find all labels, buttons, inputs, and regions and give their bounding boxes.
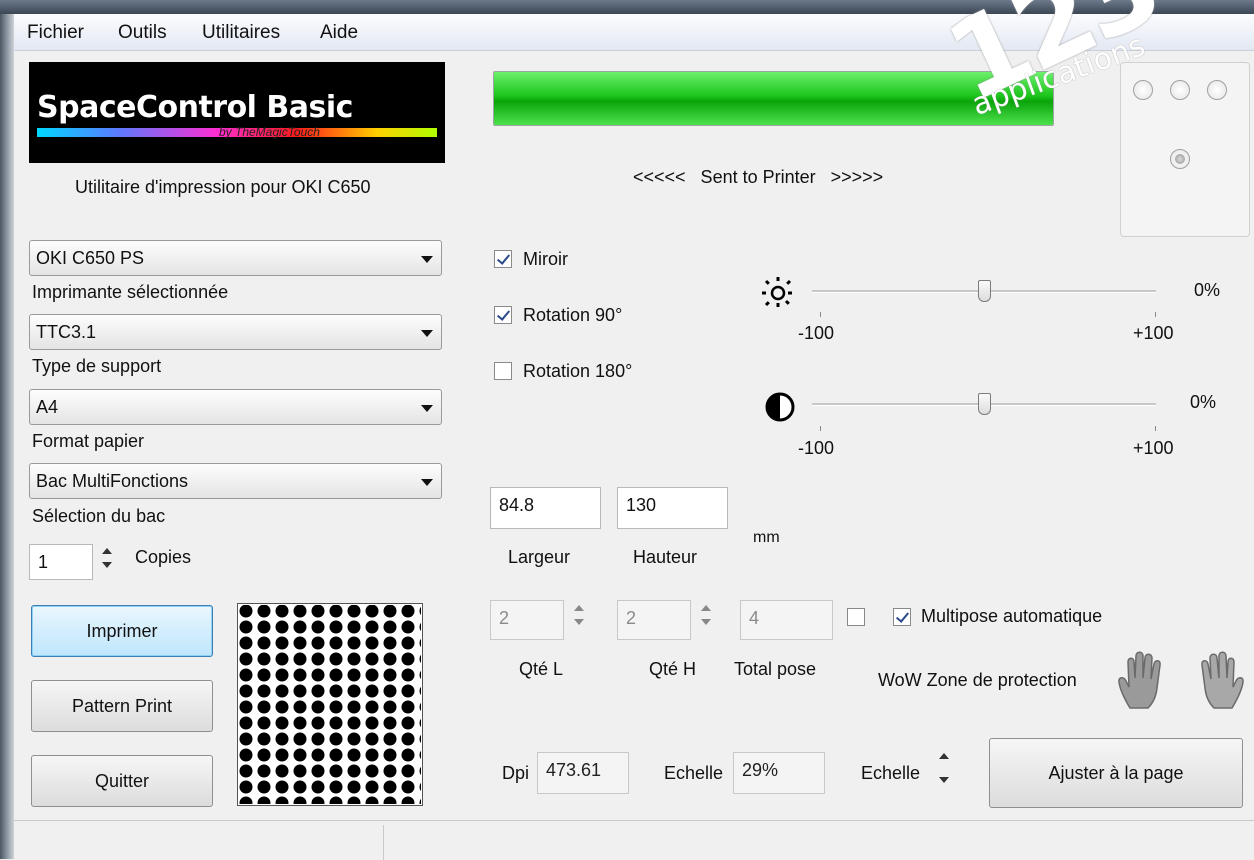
progress-status: <<<<< Sent to Printer >>>>> bbox=[633, 167, 884, 187]
scale-label-2: Echelle bbox=[861, 763, 921, 783]
tick-mark bbox=[1155, 426, 1156, 431]
contrast-value: 0% bbox=[1190, 392, 1217, 412]
chevron-up-icon[interactable] bbox=[574, 605, 584, 611]
contrast-max: +100 bbox=[1133, 438, 1174, 458]
tray-label: Sélection du bac bbox=[32, 506, 166, 526]
menu-fichier[interactable]: Fichier bbox=[27, 22, 84, 44]
media-select[interactable]: TTC3.1 bbox=[29, 314, 442, 350]
multipose-extra-checkbox[interactable] bbox=[847, 608, 865, 626]
wow-zone-label: WoW Zone de protection bbox=[878, 670, 1077, 690]
chevron-down-icon bbox=[421, 479, 433, 486]
logo-subtitle: by TheMagicTouch bbox=[219, 125, 320, 139]
copies-label: Copies bbox=[135, 547, 192, 567]
qty-l-stepper[interactable] bbox=[569, 599, 589, 639]
chevron-down-icon[interactable] bbox=[939, 777, 949, 783]
chevron-down-icon[interactable] bbox=[574, 619, 584, 625]
chevron-down-icon[interactable] bbox=[102, 562, 112, 568]
status-bar bbox=[14, 820, 1254, 860]
copies-input[interactable]: 1 bbox=[29, 544, 93, 580]
width-input[interactable]: 84.8 bbox=[490, 487, 601, 529]
window-frame-left bbox=[0, 14, 14, 859]
mirror-checkbox[interactable] bbox=[494, 250, 512, 268]
menu-outils[interactable]: Outils bbox=[118, 22, 167, 44]
position-radio-3[interactable] bbox=[1207, 80, 1227, 100]
total-pose-input: 4 bbox=[740, 600, 833, 640]
paper-select[interactable]: A4 bbox=[29, 389, 442, 425]
chevron-up-icon[interactable] bbox=[102, 548, 112, 554]
tray-select[interactable]: Bac MultiFonctions bbox=[29, 463, 442, 499]
brightness-slider-thumb[interactable] bbox=[978, 280, 991, 302]
media-label: Type de support bbox=[32, 356, 162, 376]
app-subtitle: Utilitaire d'impression pour OKI C650 bbox=[75, 177, 371, 197]
copies-stepper[interactable] bbox=[97, 542, 117, 582]
rotation180-label: Rotation 180° bbox=[523, 361, 633, 381]
media-select-value: TTC3.1 bbox=[36, 322, 97, 342]
chevron-up-icon[interactable] bbox=[939, 753, 949, 759]
contrast-icon bbox=[765, 392, 795, 422]
height-label: Hauteur bbox=[633, 547, 698, 567]
scale-stepper[interactable] bbox=[934, 747, 954, 797]
tick-mark bbox=[820, 312, 821, 317]
qty-l-input[interactable]: 2 bbox=[490, 600, 564, 640]
height-input[interactable]: 130 bbox=[617, 487, 728, 529]
tick-mark bbox=[1155, 312, 1156, 317]
width-label: Largeur bbox=[508, 547, 571, 567]
multipose-auto-checkbox[interactable] bbox=[893, 608, 911, 626]
position-radio-selected[interactable] bbox=[1170, 149, 1190, 169]
qty-h-stepper[interactable] bbox=[696, 599, 716, 639]
chevron-up-icon[interactable] bbox=[701, 605, 711, 611]
brightness-value: 0% bbox=[1194, 280, 1221, 300]
logo-title: SpaceControl Basic bbox=[37, 90, 353, 125]
app-logo: SpaceControl Basic by TheMagicTouch bbox=[29, 62, 445, 163]
pattern-print-button[interactable]: Pattern Print bbox=[31, 680, 213, 732]
multipose-auto-label: Multipose automatique bbox=[921, 606, 1103, 626]
paper-label: Format papier bbox=[32, 431, 145, 451]
qty-h-input[interactable]: 2 bbox=[617, 600, 691, 640]
paper-select-value: A4 bbox=[36, 397, 59, 417]
brightness-min: -100 bbox=[798, 323, 835, 343]
chevron-down-icon bbox=[421, 330, 433, 337]
rotation90-label: Rotation 90° bbox=[523, 305, 623, 325]
fit-to-page-button[interactable]: Ajuster à la page bbox=[989, 738, 1243, 808]
dpi-label: Dpi bbox=[502, 763, 530, 783]
tick-mark bbox=[820, 426, 821, 431]
printer-select[interactable]: OKI C650 PS bbox=[29, 240, 442, 276]
menu-aide[interactable]: Aide bbox=[320, 22, 358, 44]
contrast-slider-thumb[interactable] bbox=[978, 393, 991, 415]
orientation-panel bbox=[1120, 62, 1250, 237]
scale-label: Echelle bbox=[664, 763, 724, 783]
quit-button[interactable]: Quitter bbox=[31, 755, 213, 807]
dpi-value: 473.61 bbox=[537, 752, 629, 794]
brightness-max: +100 bbox=[1133, 323, 1174, 343]
scale-value: 29% bbox=[733, 752, 825, 794]
size-unit: mm bbox=[753, 529, 780, 546]
position-radio-2[interactable] bbox=[1170, 80, 1190, 100]
qty-l-label: Qté L bbox=[519, 659, 564, 679]
status-divider bbox=[383, 825, 384, 860]
hand-right-icon[interactable] bbox=[1190, 650, 1246, 710]
chevron-down-icon[interactable] bbox=[701, 619, 711, 625]
rotation180-checkbox[interactable] bbox=[494, 362, 512, 380]
print-button[interactable]: Imprimer bbox=[31, 605, 213, 657]
brightness-icon bbox=[762, 277, 794, 309]
printer-select-value: OKI C650 PS bbox=[36, 248, 145, 268]
chevron-down-icon bbox=[421, 405, 433, 412]
qty-h-label: Qté H bbox=[649, 659, 697, 679]
contrast-min: -100 bbox=[798, 438, 835, 458]
chevron-down-icon bbox=[421, 256, 433, 263]
printer-label: Imprimante sélectionnée bbox=[32, 282, 229, 302]
total-pose-label: Total pose bbox=[734, 659, 817, 679]
position-radio-1[interactable] bbox=[1133, 80, 1153, 100]
tray-select-value: Bac MultiFonctions bbox=[36, 471, 189, 491]
menu-utilitaires[interactable]: Utilitaires bbox=[202, 22, 280, 44]
mirror-label: Miroir bbox=[523, 249, 568, 269]
rotation90-checkbox[interactable] bbox=[494, 306, 512, 324]
hand-left-icon[interactable] bbox=[1116, 650, 1172, 710]
pattern-preview bbox=[237, 603, 423, 806]
